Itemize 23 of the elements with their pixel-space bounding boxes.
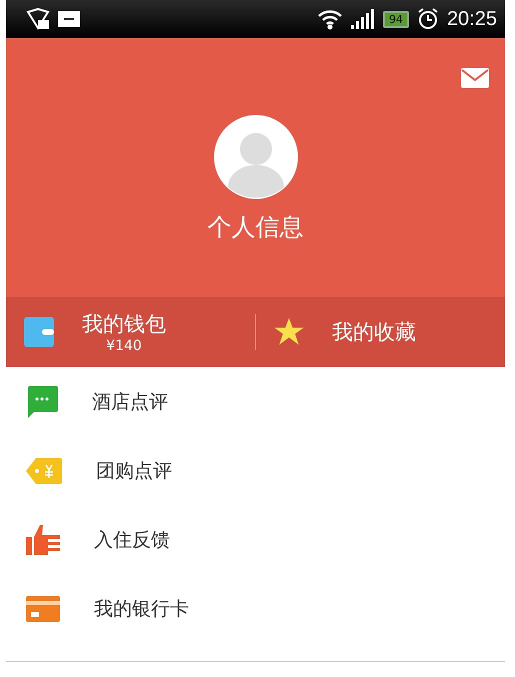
menu-item[interactable]: 酒店点评 <box>92 388 168 414</box>
avatar-icon[interactable] <box>214 115 298 199</box>
menu-item[interactable]: 入住反馈 <box>94 526 170 552</box>
message-icon <box>58 11 80 27</box>
wallet-balance: ¥140 <box>106 338 142 354</box>
chat-icon <box>26 386 58 418</box>
star-icon <box>274 318 304 346</box>
notification-icon <box>26 8 50 30</box>
signal-icon <box>350 9 375 29</box>
alarm-clock-icon <box>416 8 439 30</box>
menu-item[interactable]: 团购点评 <box>96 458 172 484</box>
menu-item[interactable]: 我的银行卡 <box>94 596 189 622</box>
thumbs-up-icon <box>26 524 60 554</box>
price-tag-icon <box>26 458 62 484</box>
mail-icon[interactable] <box>461 68 489 88</box>
wifi-icon <box>316 8 343 30</box>
clock-time: 20:25 <box>446 8 497 30</box>
wallet-icon <box>24 317 54 347</box>
profile-title[interactable]: 个人信息 <box>208 211 304 243</box>
bank-card-icon <box>26 596 60 622</box>
quick-link[interactable]: 我的收藏 <box>332 318 416 346</box>
quick-link[interactable]: 我的钱包 <box>82 310 166 338</box>
battery-level: 94 <box>382 10 409 28</box>
